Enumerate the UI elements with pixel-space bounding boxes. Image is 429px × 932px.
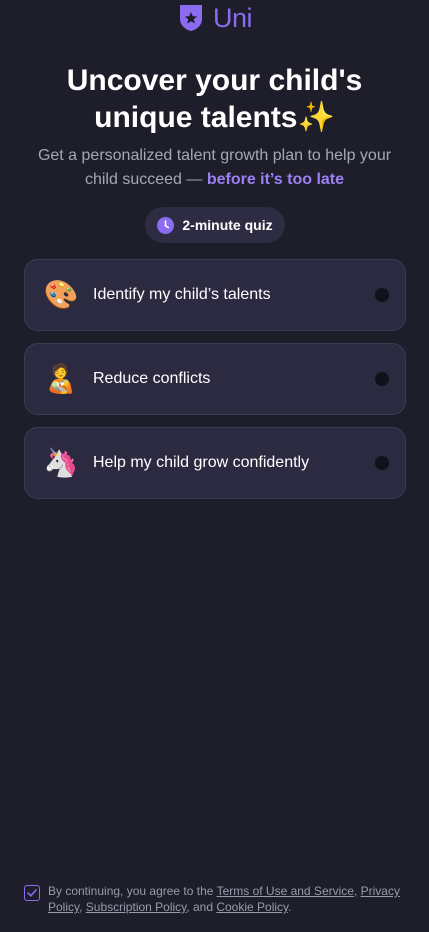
unicorn-knight-icon: 🦄 — [43, 447, 79, 478]
sparkles-icon: ✨ — [297, 101, 335, 134]
subscription-link[interactable]: Subscription Policy — [86, 900, 187, 914]
option-label: Help my child grow confidently — [93, 454, 310, 471]
option-label: Identify my child’s talents — [93, 286, 271, 303]
consent-separator: , — [79, 900, 86, 914]
option-radio[interactable] — [375, 288, 389, 302]
brand-logo: Uni — [0, 4, 429, 32]
shield-star-icon — [179, 5, 202, 31]
clock-icon — [157, 216, 175, 234]
page-subtitle: Get a personalized talent growth plan to… — [20, 144, 409, 192]
quiz-duration-label: 2-minute quiz — [182, 217, 273, 233]
consent-separator: , — [353, 884, 361, 898]
option-label: Reduce conflicts — [93, 370, 211, 387]
palette-icon: 🎨 — [43, 279, 79, 310]
cookie-link[interactable]: Cookie Policy — [216, 900, 288, 914]
subtitle-highlight: before it’s too late — [206, 171, 345, 188]
consent-text: By continuing, you agree to the Terms of… — [48, 883, 404, 915]
consent-prefix: By continuing, you agree to the — [48, 884, 217, 898]
consent-checkbox[interactable] — [24, 885, 40, 901]
option-grow-confidently[interactable]: 🦄 Help my child grow confidently — [24, 427, 406, 499]
brand-name: Uni — [212, 3, 253, 33]
quiz-duration-badge: 2-minute quiz — [145, 207, 285, 243]
option-reduce-conflicts[interactable]: 🧑‍🍼 Reduce conflicts — [24, 343, 406, 415]
option-radio[interactable] — [375, 372, 389, 386]
consent-suffix: . — [288, 900, 292, 914]
parent-child-icon: 🧑‍🍼 — [43, 363, 79, 394]
option-identify-talents[interactable]: 🎨 Identify my child’s talents — [24, 259, 406, 331]
terms-link[interactable]: Terms of Use and Service — [217, 884, 354, 898]
quiz-landing-page: Uni Uncover your child's unique talents✨… — [0, 0, 429, 932]
consent-separator: , and — [186, 900, 217, 914]
option-radio[interactable] — [375, 456, 389, 470]
page-title: Uncover your child's unique talents✨ — [20, 62, 409, 136]
consent-notice: By continuing, you agree to the Terms of… — [24, 883, 404, 915]
checkmark-icon — [27, 889, 37, 897]
